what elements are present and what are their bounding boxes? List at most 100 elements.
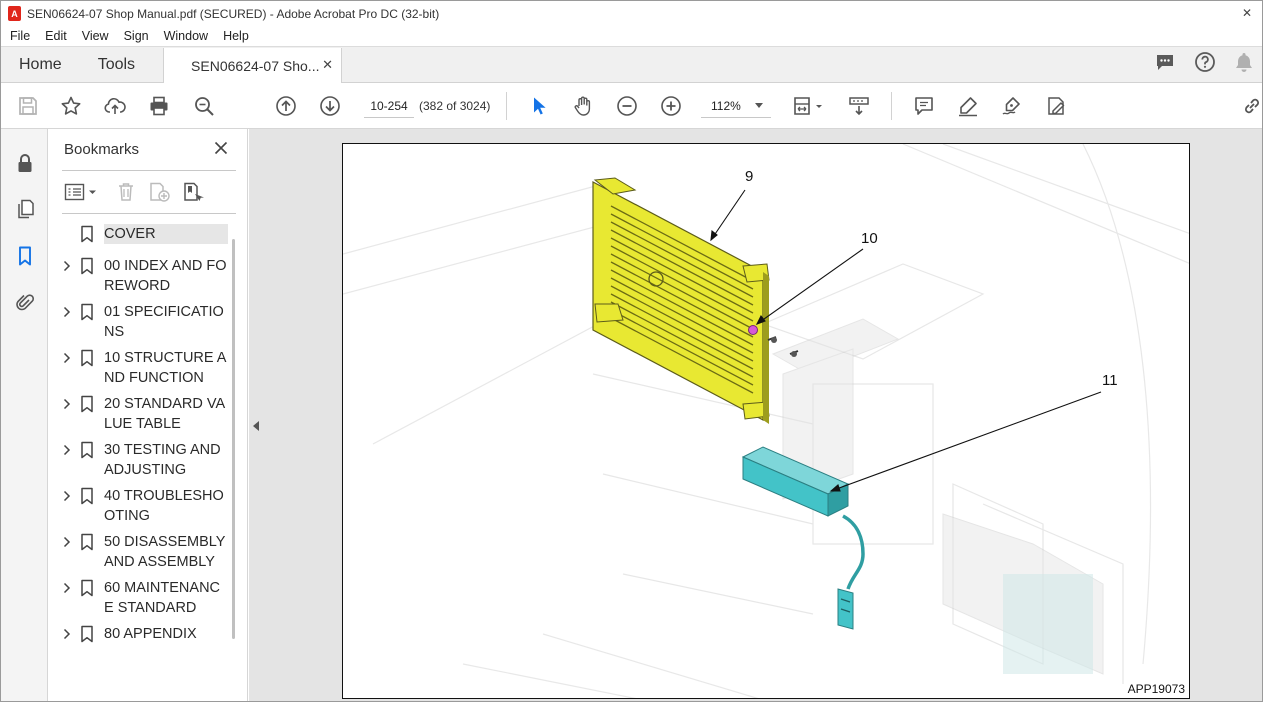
- close-panel-icon[interactable]: [212, 139, 230, 157]
- add-comment-icon[interactable]: [912, 94, 936, 118]
- title-bar: A SEN06624-07 Shop Manual.pdf (SECURED) …: [1, 1, 1262, 26]
- document-view[interactable]: 9 10 11 APP19073: [249, 129, 1262, 701]
- bookmark-index-foreword[interactable]: 00 INDEX AND FOREWORD: [48, 256, 238, 296]
- callout-9: 9: [745, 168, 754, 185]
- bookmarks-panel-icon[interactable]: [14, 245, 36, 267]
- menu-view[interactable]: View: [74, 29, 116, 43]
- chevron-right-icon[interactable]: [58, 440, 76, 460]
- bookmark-icon: [78, 624, 96, 644]
- navigation-rail: [1, 129, 48, 701]
- find-bookmark-icon[interactable]: [182, 181, 206, 208]
- tab-bar: Home Tools SEN06624-07 Sho... ✕: [1, 46, 1262, 83]
- bookmark-icon: [78, 578, 96, 598]
- select-cursor-icon[interactable]: [527, 94, 551, 118]
- bookmarks-list: COVER 00 INDEX AND FOREWORD 01 SPECIFICA…: [48, 224, 238, 656]
- page-number-input[interactable]: [364, 94, 414, 118]
- bookmarks-panel-title: Bookmarks: [64, 141, 140, 158]
- upload-cloud-icon[interactable]: [103, 94, 127, 118]
- close-window-icon[interactable]: ✕: [1240, 6, 1254, 20]
- chevron-right-icon[interactable]: [58, 486, 76, 506]
- hand-tool-icon[interactable]: [571, 94, 595, 118]
- bookmark-label: COVER: [104, 224, 228, 244]
- zoom-out-icon[interactable]: [615, 94, 639, 118]
- close-tab-icon[interactable]: ✕: [322, 57, 333, 73]
- chevron-right-icon[interactable]: [58, 302, 76, 322]
- callout-11: 11: [1102, 372, 1118, 389]
- toolbar-divider: [891, 92, 892, 120]
- acrobat-window: A SEN06624-07 Shop Manual.pdf (SECURED) …: [0, 0, 1263, 702]
- scroll-mode-icon[interactable]: [847, 94, 871, 118]
- pdf-page: 9 10 11 APP19073: [342, 143, 1190, 699]
- exploded-view-diagram: [343, 144, 1189, 698]
- chevron-right-icon[interactable]: [58, 532, 76, 552]
- notifications-bell-icon[interactable]: [1234, 51, 1254, 78]
- new-bookmark-icon[interactable]: [148, 181, 172, 208]
- menu-file[interactable]: File: [1, 29, 37, 43]
- bookmark-label: 01 SPECIFICATIONS: [104, 304, 224, 340]
- help-icon[interactable]: [1194, 51, 1216, 78]
- bookmark-star-icon[interactable]: [59, 94, 83, 118]
- page-thumbnails-icon[interactable]: [14, 198, 36, 220]
- bookmark-icon: [78, 224, 96, 244]
- page-fit-icon[interactable]: [792, 94, 826, 118]
- highlight-pen-icon[interactable]: [956, 94, 980, 118]
- bookmark-specifications[interactable]: 01 SPECIFICATIONS: [48, 302, 238, 342]
- bookmark-standard-value-table[interactable]: 20 STANDARD VALUE TABLE: [48, 394, 238, 434]
- bookmarks-scrollbar[interactable]: [232, 239, 235, 639]
- bookmark-icon: [78, 532, 96, 552]
- chevron-right-icon[interactable]: [58, 578, 76, 598]
- bookmark-label: 00 INDEX AND FOREWORD: [104, 258, 227, 294]
- bookmark-troubleshooting[interactable]: 40 TROUBLESHOOTING: [48, 486, 238, 526]
- menu-help[interactable]: Help: [215, 29, 256, 43]
- comment-bubble-icon[interactable]: [1154, 51, 1176, 78]
- figure-code: APP19073: [1127, 682, 1185, 696]
- bookmark-cover[interactable]: COVER: [48, 224, 238, 250]
- chevron-right-icon[interactable]: [58, 394, 76, 414]
- bookmark-icon: [78, 486, 96, 506]
- bookmark-maintenance-standard[interactable]: 60 MAINTENANCE STANDARD: [48, 578, 238, 618]
- bookmark-icon: [78, 348, 96, 368]
- toolbar-divider: [506, 92, 507, 120]
- bookmark-appendix[interactable]: 80 APPENDIX: [48, 624, 238, 650]
- tab-home[interactable]: Home: [1, 47, 80, 82]
- tab-document-label: SEN06624-07 Sho...: [191, 57, 320, 74]
- previous-page-icon[interactable]: [274, 94, 298, 118]
- draw-signature-icon[interactable]: [1000, 94, 1024, 118]
- collapse-panel-icon[interactable]: [251, 419, 261, 433]
- zoom-in-icon[interactable]: [659, 94, 683, 118]
- tab-bar-right: [1154, 47, 1262, 82]
- print-icon[interactable]: [147, 94, 171, 118]
- zoom-level-dropdown[interactable]: 112%: [701, 94, 771, 118]
- chevron-right-icon[interactable]: [58, 624, 76, 644]
- chevron-down-icon: [755, 103, 763, 108]
- share-link-icon[interactable]: [1240, 94, 1262, 118]
- main-toolbar: (382 of 3024) 112%: [1, 83, 1262, 129]
- bookmark-icon: [78, 302, 96, 322]
- bookmark-label: 40 TROUBLESHOOTING: [104, 488, 224, 524]
- part-9-plate: [592, 177, 770, 424]
- panel-divider: [62, 213, 236, 214]
- menu-edit[interactable]: Edit: [37, 29, 74, 43]
- panel-divider: [62, 170, 236, 171]
- bookmark-icon: [78, 394, 96, 414]
- zoom-search-icon[interactable]: [192, 94, 216, 118]
- chevron-right-icon[interactable]: [58, 348, 76, 368]
- save-icon[interactable]: [16, 94, 40, 118]
- next-page-icon[interactable]: [318, 94, 342, 118]
- tab-tools[interactable]: Tools: [80, 47, 153, 82]
- bookmark-structure-function[interactable]: 10 STRUCTURE AND FUNCTION: [48, 348, 238, 388]
- delete-bookmark-icon[interactable]: [116, 181, 136, 208]
- attachments-paperclip-icon[interactable]: [14, 291, 36, 313]
- bookmark-testing-adjusting[interactable]: 30 TESTING AND ADJUSTING: [48, 440, 238, 480]
- bookmark-label: 10 STRUCTURE AND FUNCTION: [104, 350, 227, 386]
- window-controls: ✕: [1240, 6, 1254, 20]
- page-count: (382 of 3024): [419, 99, 491, 113]
- tab-document[interactable]: SEN06624-07 Sho... ✕: [163, 48, 343, 83]
- bookmark-disassembly-assembly[interactable]: 50 DISASSEMBLY AND ASSEMBLY: [48, 532, 238, 572]
- menu-window[interactable]: Window: [156, 29, 215, 43]
- menu-sign[interactable]: Sign: [116, 29, 156, 43]
- bookmark-options-icon[interactable]: [64, 182, 100, 207]
- lock-icon[interactable]: [14, 152, 36, 174]
- chevron-right-icon[interactable]: [58, 256, 76, 276]
- fill-sign-icon[interactable]: [1044, 94, 1068, 118]
